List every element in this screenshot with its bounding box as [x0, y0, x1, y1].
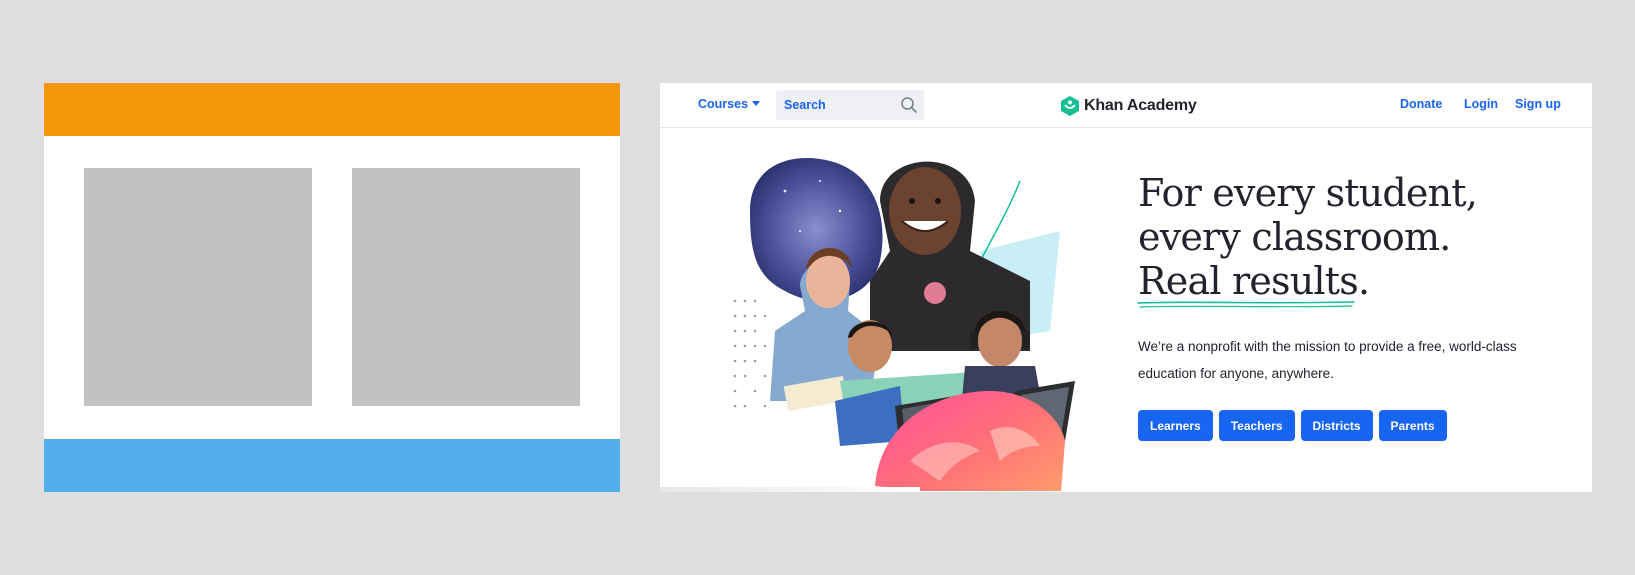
khan-academy-logo[interactable]: Khan Academy: [1060, 95, 1197, 117]
signup-link[interactable]: Sign up: [1515, 97, 1561, 111]
teachers-button[interactable]: Teachers: [1218, 410, 1295, 441]
students-photo-collage: [733, 158, 1075, 491]
learners-button[interactable]: Learners: [1138, 410, 1213, 441]
hexagon-logo-icon: [1061, 96, 1079, 116]
donate-link[interactable]: Donate: [1400, 97, 1442, 111]
search-icon[interactable]: [900, 96, 918, 114]
khan-academy-homepage: Courses Search Khan Academy Donate Login…: [660, 83, 1592, 492]
section-divider-shadow: [660, 487, 920, 492]
search-placeholder: Search: [784, 98, 826, 112]
parents-button[interactable]: Parents: [1378, 410, 1447, 441]
headline-line-3: Real results.: [1138, 259, 1370, 303]
wireframe-content-block-right: [352, 168, 580, 406]
courses-label: Courses: [698, 97, 749, 111]
layout-wireframe: [44, 83, 620, 492]
login-link[interactable]: Login: [1464, 97, 1498, 111]
wireframe-header-bar: [44, 83, 620, 136]
districts-button[interactable]: Districts: [1300, 410, 1373, 441]
hero-headline: For every student, every classroom. Real…: [1138, 171, 1568, 303]
mission-statement: We’re a nonprofit with the mission to pr…: [1138, 339, 1517, 381]
search-input[interactable]: Search: [776, 90, 924, 120]
chevron-down-icon: [752, 101, 761, 106]
headline-line-1: For every student,: [1138, 171, 1478, 215]
logo-text: Khan Academy: [1084, 97, 1197, 114]
headline-line-2: every classroom.: [1138, 215, 1451, 259]
audience-button-group: Learners Teachers Districts Parents: [1138, 410, 1447, 441]
top-navigation: Courses Search Khan Academy Donate Login…: [660, 83, 1592, 128]
wireframe-content-block-left: [84, 168, 312, 406]
courses-dropdown[interactable]: Courses: [698, 97, 761, 111]
wireframe-footer-bar: [44, 439, 620, 492]
headline-underline-squiggle: [1137, 301, 1355, 308]
